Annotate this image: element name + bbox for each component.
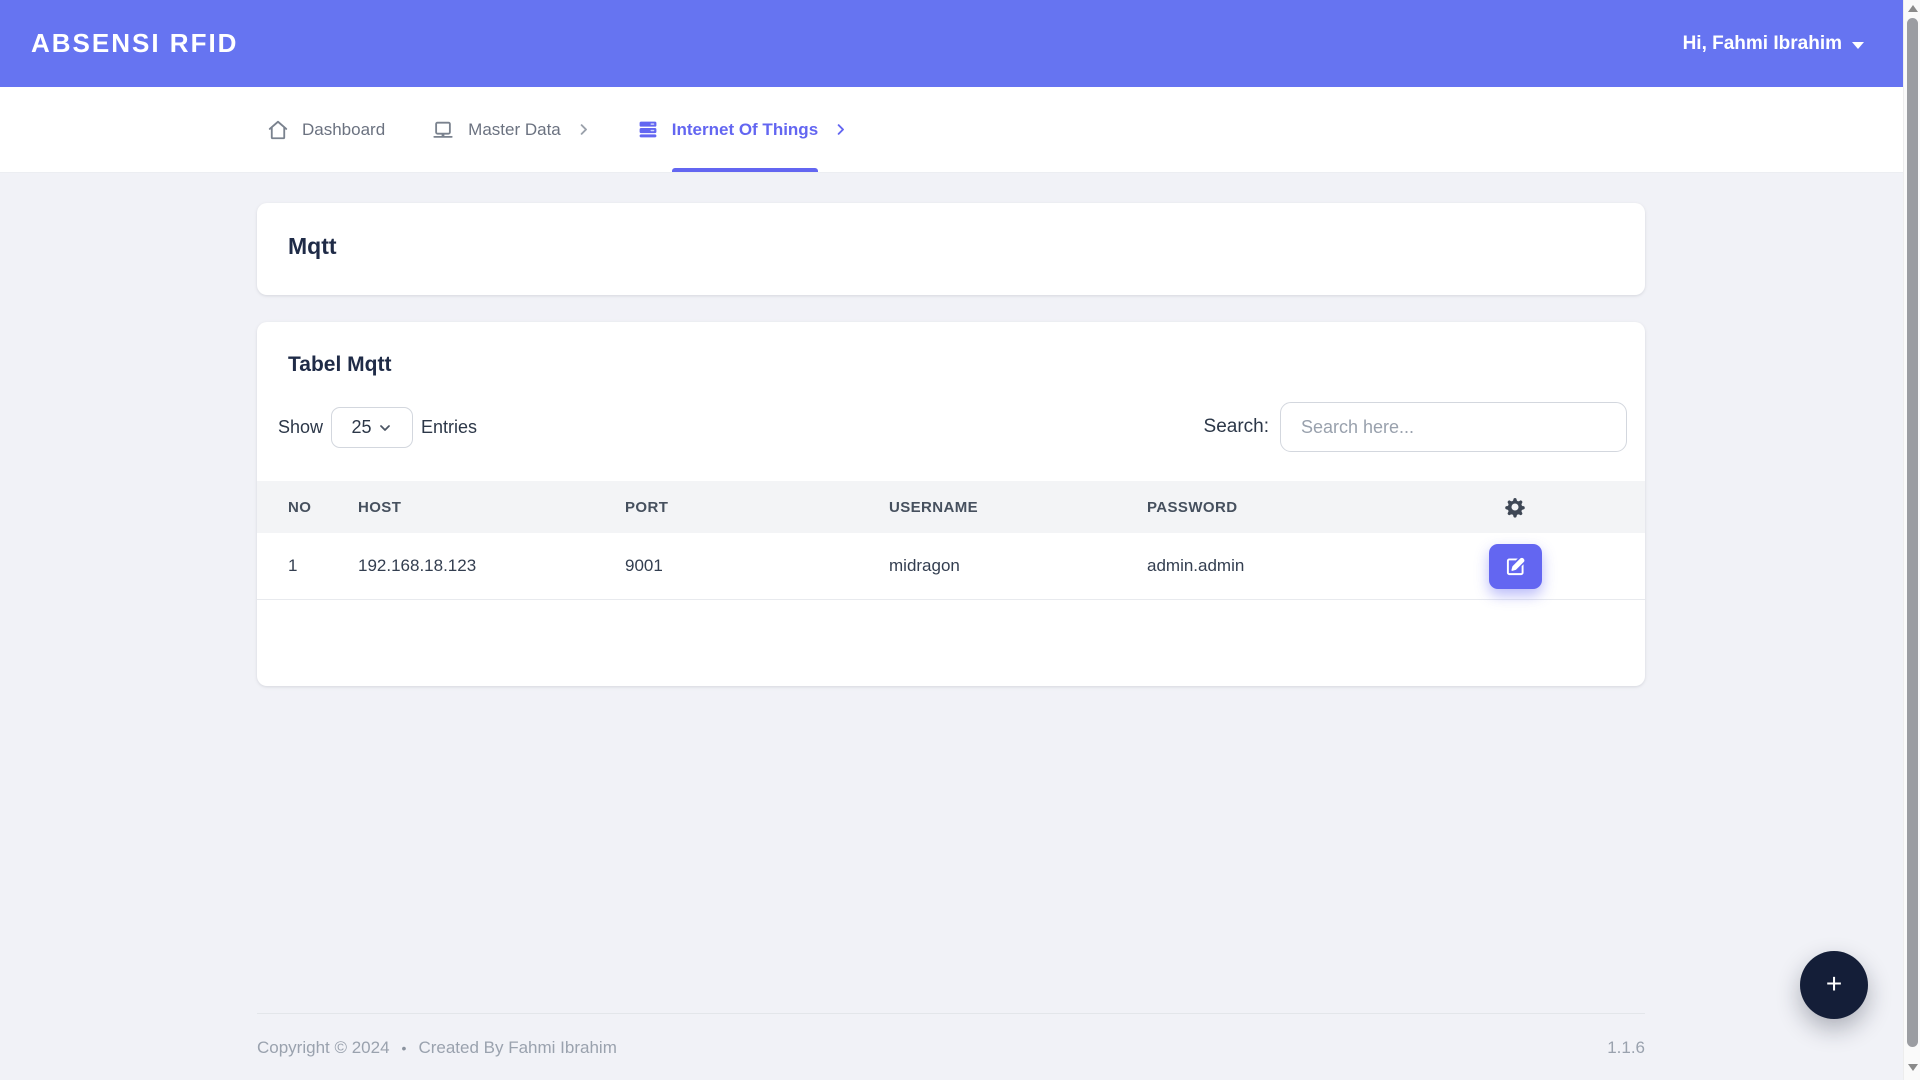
- server-icon: [637, 119, 659, 140]
- footer-credit: Created By Fahmi Ibrahim: [418, 1038, 616, 1058]
- table-row: 1 192.168.18.123 9001 midragon admin.adm…: [257, 533, 1645, 600]
- nav-label: Master Data: [468, 120, 561, 140]
- nav-item-master-data[interactable]: Master Data: [431, 87, 591, 172]
- column-header-username: USERNAME: [889, 499, 1147, 516]
- cell-host: 192.168.18.123: [358, 556, 625, 576]
- pen-square-icon: [1505, 556, 1526, 577]
- edit-button[interactable]: [1489, 544, 1542, 589]
- gear-icon: [1504, 496, 1526, 518]
- column-header-host: HOST: [358, 499, 625, 516]
- home-icon: [267, 119, 289, 141]
- main-nav: Dashboard Master Data Internet Of Things: [0, 87, 1920, 173]
- user-menu[interactable]: Hi, Fahmi Ibrahim: [1683, 33, 1864, 55]
- user-greeting: Hi, Fahmi Ibrahim: [1683, 33, 1842, 55]
- page-size-select[interactable]: 25: [331, 407, 413, 448]
- cell-username: midragon: [889, 556, 1147, 576]
- scroll-up-arrow-icon[interactable]: [1908, 5, 1918, 12]
- mqtt-table: NO HOST PORT USERNAME PASSWORD 1 192.168…: [257, 481, 1645, 600]
- column-header-password: PASSWORD: [1147, 499, 1415, 516]
- cell-password: admin.admin: [1147, 556, 1415, 576]
- page-size-group: Show 25 Entries: [278, 407, 477, 448]
- footer: Copyright © 2024 • Created By Fahmi Ibra…: [257, 1013, 1645, 1058]
- table-card-title: Tabel Mqtt: [288, 353, 1614, 377]
- scrollbar[interactable]: [1903, 0, 1920, 1080]
- nav-item-internet-of-things[interactable]: Internet Of Things: [637, 87, 848, 172]
- column-header-actions: [1415, 496, 1645, 518]
- chevron-right-icon: [576, 122, 591, 137]
- scrollbar-thumb[interactable]: [1907, 18, 1918, 1047]
- nav-label: Dashboard: [302, 120, 385, 140]
- cell-actions: [1415, 544, 1645, 589]
- laptop-icon: [431, 119, 455, 141]
- search-label: Search:: [1204, 416, 1269, 438]
- table-card: Tabel Mqtt Show 25 Entries Search: NO HO…: [257, 322, 1645, 686]
- version-label: 1.1.6: [1607, 1038, 1645, 1058]
- entries-label: Entries: [421, 417, 477, 438]
- chevron-right-icon: [833, 122, 848, 137]
- table-header-row: NO HOST PORT USERNAME PASSWORD: [257, 481, 1645, 533]
- chevron-down-icon: [377, 420, 393, 436]
- add-button[interactable]: +: [1800, 951, 1868, 1019]
- plus-icon: +: [1826, 968, 1842, 1000]
- show-label: Show: [278, 417, 323, 438]
- column-header-no: NO: [257, 499, 358, 516]
- nav-label: Internet Of Things: [672, 120, 818, 140]
- footer-separator: •: [402, 1040, 407, 1056]
- nav-item-dashboard[interactable]: Dashboard: [267, 87, 385, 172]
- column-header-port: PORT: [625, 499, 889, 516]
- copyright-text: Copyright © 2024 • Created By Fahmi Ibra…: [257, 1038, 617, 1058]
- app-header: ABSENSI RFID Hi, Fahmi Ibrahim: [0, 0, 1920, 87]
- search-input[interactable]: [1280, 402, 1627, 452]
- copyright-year: Copyright © 2024: [257, 1038, 390, 1058]
- scroll-down-arrow-icon[interactable]: [1908, 1064, 1918, 1071]
- cell-no: 1: [257, 556, 358, 576]
- page-size-value: 25: [352, 417, 372, 438]
- search-group: Search:: [1204, 402, 1627, 452]
- page-title: Mqtt: [257, 203, 1645, 291]
- caret-down-icon: [1852, 42, 1864, 49]
- cell-port: 9001: [625, 556, 889, 576]
- table-controls: Show 25 Entries Search:: [278, 401, 1627, 453]
- brand-logo[interactable]: ABSENSI RFID: [31, 28, 238, 59]
- page-title-card: Mqtt: [257, 203, 1645, 295]
